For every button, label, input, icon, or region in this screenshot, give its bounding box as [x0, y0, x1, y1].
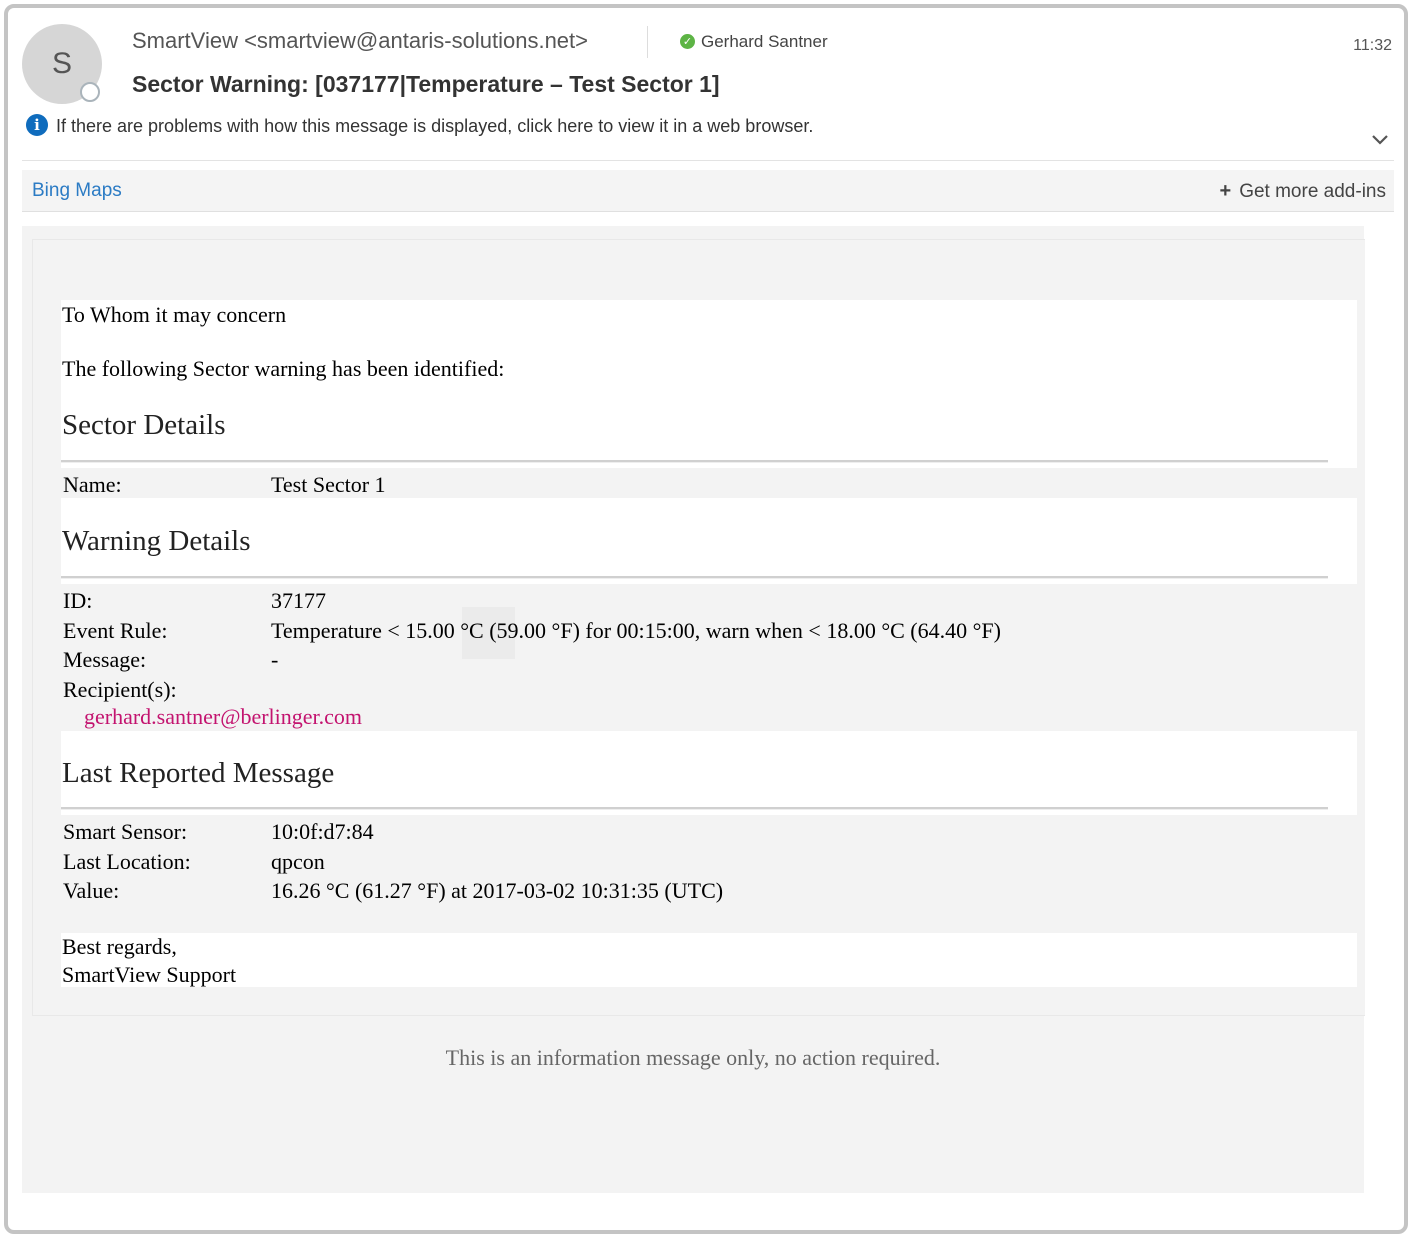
event-rule-label: Event Rule:	[63, 618, 168, 643]
warning-details-heading: Warning Details	[62, 525, 251, 557]
get-more-addins-label: Get more add-ins	[1239, 181, 1386, 202]
email-subject: Sector Warning: [037177|Temperature – Te…	[132, 71, 720, 97]
intro-text: The following Sector warning has been id…	[62, 356, 505, 381]
event-rule-value: Temperature < 15.00 °C (59.00 °F) for 00…	[271, 618, 1001, 643]
closing-section	[61, 933, 1357, 987]
get-more-addins-button[interactable]: + Get more add-ins	[1220, 180, 1386, 203]
sector-name-value: Test Sector 1	[271, 472, 386, 497]
warning-id-label: ID:	[63, 588, 93, 613]
signature: SmartView Support	[62, 962, 237, 987]
sector-name-label: Name:	[63, 472, 122, 497]
timestamp: 11:32	[1353, 37, 1392, 54]
plus-icon: +	[1219, 180, 1232, 202]
recipient-name[interactable]: Gerhard Santner	[701, 32, 828, 52]
recipient-email-link[interactable]: gerhard.santner@berlinger.com	[84, 704, 362, 730]
message-label: Message:	[63, 647, 147, 672]
chevron-down-icon[interactable]	[1370, 130, 1390, 150]
last-reported-heading: Last Reported Message	[62, 757, 335, 789]
divider	[647, 26, 648, 58]
divider	[61, 576, 1328, 579]
warning-id-value: 37177	[271, 588, 326, 613]
view-in-browser-link[interactable]: If there are problems with how this mess…	[56, 116, 813, 137]
addins-bar: Bing Maps + Get more add-ins	[22, 170, 1394, 212]
check-icon: ✓	[680, 34, 695, 49]
value-value: 16.26 °C (61.27 °F) at 2017-03-02 10:31:…	[271, 878, 724, 903]
smart-sensor-value: 10:0f:d7:84	[271, 819, 374, 844]
footer-note: This is an information message only, no …	[445, 1045, 941, 1070]
warning-heading-section	[61, 498, 1357, 584]
closing-text: Best regards,	[62, 934, 177, 959]
avatar-initial: S	[51, 47, 72, 80]
divider	[61, 807, 1328, 810]
message-value: -	[271, 647, 279, 672]
info-icon: i	[26, 114, 48, 136]
recipients-label: Recipient(s):	[63, 677, 177, 702]
presence-icon	[80, 82, 100, 102]
smart-sensor-label: Smart Sensor:	[63, 819, 188, 844]
sender-address[interactable]: SmartView <smartview@antaris-solutions.n…	[132, 28, 588, 54]
value-label: Value:	[63, 878, 120, 903]
bing-maps-addin[interactable]: Bing Maps	[32, 180, 122, 202]
divider	[22, 160, 1394, 161]
last-location-label: Last Location:	[63, 849, 191, 874]
last-location-value: qpcon	[271, 849, 325, 874]
sector-details-heading: Sector Details	[62, 409, 226, 441]
divider	[61, 460, 1328, 463]
greeting: To Whom it may concern	[62, 302, 287, 327]
